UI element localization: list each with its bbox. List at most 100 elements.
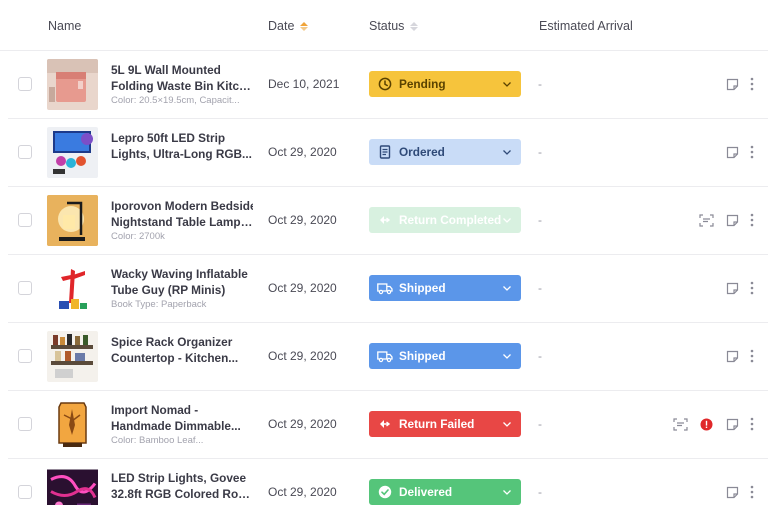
note-icon[interactable] (724, 416, 740, 432)
table-row[interactable]: Lepro 50ft LED Strip Lights, Ultra-Long … (8, 119, 768, 187)
more-options-icon[interactable] (744, 76, 760, 92)
product-name-line1: LED Strip Lights, Govee (111, 471, 247, 485)
product-variant: Color: 2700k (111, 231, 165, 242)
product-thumbnail[interactable] (47, 127, 98, 178)
chevron-down-icon (503, 150, 511, 155)
sort-icon[interactable] (410, 21, 419, 31)
product-name[interactable]: Import Nomad - Handmade Dimmable... (111, 402, 253, 434)
product-thumbnail[interactable] (47, 195, 98, 246)
table-row[interactable]: Import Nomad - Handmade Dimmable... Colo… (8, 391, 768, 459)
product-name[interactable]: LED Strip Lights, Govee 32.8ft RGB Color… (111, 470, 253, 502)
estimated-arrival: - (538, 349, 542, 363)
product-name-line1: Iporovon Modern Bedside (111, 199, 253, 213)
chevron-down-icon (503, 286, 511, 291)
product-thumbnail[interactable] (47, 331, 98, 382)
product-thumbnail[interactable] (47, 59, 98, 110)
product-name[interactable]: 5L 9L Wall Mounted Folding Waste Bin Kit… (111, 62, 253, 94)
clock-icon (377, 76, 393, 92)
note-icon[interactable] (724, 280, 740, 296)
table-row[interactable]: Iporovon Modern Bedside Nightstand Table… (8, 187, 768, 255)
order-date: Oct 29, 2020 (268, 485, 337, 499)
truck-icon (377, 348, 393, 364)
order-date: Dec 10, 2021 (268, 77, 340, 91)
estimated-arrival: - (538, 485, 542, 499)
product-name[interactable]: Iporovon Modern Bedside Nightstand Table… (111, 198, 253, 230)
arrival-column-header: Estimated Arrival (539, 19, 633, 33)
chevron-down-icon (503, 354, 511, 359)
note-icon[interactable] (724, 484, 740, 500)
product-name-line1: Spice Rack Organizer (111, 335, 233, 349)
product-variant: Color: 20.5×19.5cm, Capacit... (111, 95, 240, 106)
product-variant: Color: Bamboo Leaf... (111, 435, 204, 446)
sort-icon[interactable] (300, 21, 309, 31)
row-checkbox[interactable] (18, 145, 32, 159)
status-dropdown[interactable]: Delivered (369, 479, 521, 505)
row-checkbox[interactable] (18, 213, 32, 227)
order-date: Oct 29, 2020 (268, 349, 337, 363)
table-row[interactable]: Wacky Waving Inflatable Tube Guy (RP Min… (8, 255, 768, 323)
row-checkbox[interactable] (18, 417, 32, 431)
more-options-icon[interactable] (744, 416, 760, 432)
product-name-line1: 5L 9L Wall Mounted (111, 63, 221, 77)
note-icon[interactable] (724, 348, 740, 364)
product-thumbnail[interactable] (47, 399, 98, 450)
alert-icon[interactable] (698, 416, 714, 432)
date-column-header[interactable]: Date (268, 19, 309, 33)
arrival-column-label: Estimated Arrival (539, 19, 633, 33)
product-name-line2: Tube Guy (RP Minis) (111, 283, 226, 297)
note-icon[interactable] (724, 212, 740, 228)
status-label: Return Failed (399, 417, 475, 431)
product-thumbnail[interactable] (47, 467, 98, 505)
row-checkbox[interactable] (18, 77, 32, 91)
order-date: Oct 29, 2020 (268, 417, 337, 431)
product-name-line1: Import Nomad - (111, 403, 199, 417)
more-options-icon[interactable] (744, 348, 760, 364)
note-icon[interactable] (724, 76, 740, 92)
estimated-arrival: - (538, 145, 542, 159)
more-options-icon[interactable] (744, 484, 760, 500)
row-checkbox[interactable] (18, 349, 32, 363)
table-row[interactable]: 5L 9L Wall Mounted Folding Waste Bin Kit… (8, 51, 768, 119)
product-name-line2: Lights, Ultra-Long RGB... (111, 147, 252, 161)
order-date: Oct 29, 2020 (268, 281, 337, 295)
estimated-arrival: - (538, 77, 542, 91)
status-label: Pending (399, 77, 446, 91)
truck-icon (377, 280, 393, 296)
name-column-header[interactable]: Name (48, 19, 81, 33)
row-checkbox[interactable] (18, 281, 32, 295)
scan-icon[interactable] (672, 416, 688, 432)
more-options-icon[interactable] (744, 144, 760, 160)
chevron-down-icon (503, 218, 511, 223)
more-options-icon[interactable] (744, 212, 760, 228)
status-label: Delivered (399, 485, 453, 499)
more-options-icon[interactable] (744, 280, 760, 296)
name-column-label: Name (48, 19, 82, 33)
status-column-header[interactable]: Status (369, 19, 419, 33)
chevron-down-icon (503, 490, 511, 495)
status-label: Ordered (399, 145, 445, 159)
status-dropdown[interactable]: Shipped (369, 275, 521, 301)
status-dropdown[interactable]: Return Failed (369, 411, 521, 437)
product-name-line2: Handmade Dimmable... (111, 419, 241, 433)
product-name-line2: Nightstand Table Lamp,... (111, 215, 253, 229)
scan-icon[interactable] (698, 212, 714, 228)
product-name[interactable]: Wacky Waving Inflatable Tube Guy (RP Min… (111, 266, 253, 298)
product-name[interactable]: Spice Rack Organizer Countertop - Kitche… (111, 334, 253, 366)
product-thumbnail[interactable] (47, 263, 98, 314)
status-dropdown[interactable]: Return Completed (369, 207, 521, 233)
status-label: Shipped (399, 349, 446, 363)
status-label: Shipped (399, 281, 446, 295)
table-row[interactable]: LED Strip Lights, Govee 32.8ft RGB Color… (8, 459, 768, 505)
product-name[interactable]: Lepro 50ft LED Strip Lights, Ultra-Long … (111, 130, 253, 162)
status-dropdown[interactable]: Shipped (369, 343, 521, 369)
status-dropdown[interactable]: Ordered (369, 139, 521, 165)
table-row[interactable]: Spice Rack Organizer Countertop - Kitche… (8, 323, 768, 391)
status-dropdown[interactable]: Pending (369, 71, 521, 97)
product-variant: Book Type: Paperback (111, 299, 207, 310)
note-icon[interactable] (724, 144, 740, 160)
row-checkbox[interactable] (18, 485, 32, 499)
product-name-line1: Lepro 50ft LED Strip (111, 131, 226, 145)
receipt-icon (377, 144, 393, 160)
estimated-arrival: - (538, 281, 542, 295)
status-column-label: Status (369, 19, 405, 33)
